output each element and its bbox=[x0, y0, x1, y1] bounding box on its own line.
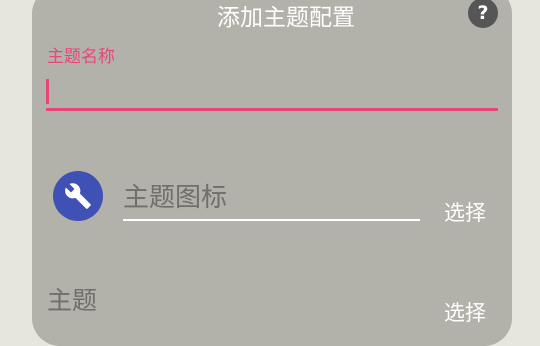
question-mark-icon: ? bbox=[477, 2, 489, 24]
theme-icon-preview-button[interactable] bbox=[53, 171, 103, 221]
dialog-title: 添加主题配置 bbox=[217, 5, 355, 31]
add-theme-config-dialog: 添加主题配置 ? 主题名称 主题图标 选择 主题 选择 bbox=[32, 0, 512, 346]
select-theme-button[interactable]: 选择 bbox=[444, 300, 486, 326]
theme-name-input[interactable] bbox=[46, 64, 498, 111]
theme-label: 主题 bbox=[47, 286, 98, 315]
text-cursor bbox=[46, 79, 49, 104]
wrench-icon bbox=[65, 183, 91, 209]
select-icon-button[interactable]: 选择 bbox=[444, 200, 486, 226]
theme-icon-placeholder: 主题图标 bbox=[123, 183, 228, 213]
theme-icon-input[interactable]: 主题图标 bbox=[123, 179, 420, 221]
